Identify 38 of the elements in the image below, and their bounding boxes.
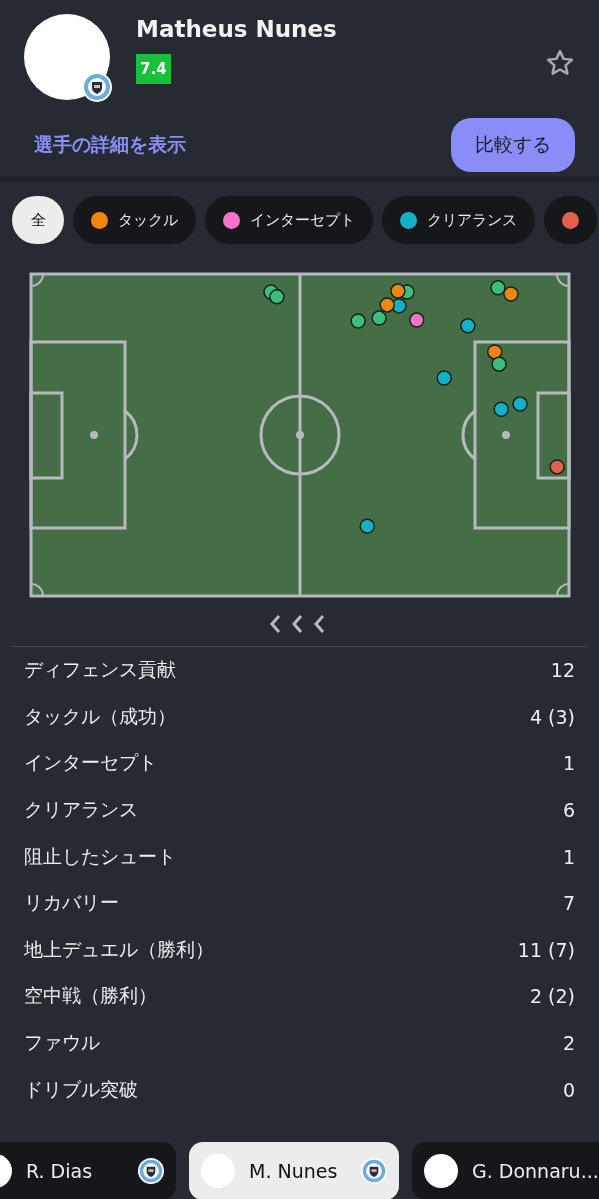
stat-label: ドリブル突破: [24, 1076, 138, 1102]
player-tab[interactable]: G. Donnaru...: [412, 1142, 599, 1199]
center-spot: [296, 431, 304, 439]
stat-label: インターセプト: [24, 750, 157, 776]
stat-label: 阻止したシュート: [24, 843, 176, 869]
stat-value: 4 (3): [529, 705, 575, 728]
penalty-spot: [502, 431, 510, 439]
stat-value: 11 (7): [517, 938, 575, 961]
filter-chip[interactable]: [544, 196, 597, 244]
filter-chip[interactable]: インターセプト: [205, 196, 373, 244]
rating-badge: 7.4: [136, 54, 171, 84]
stat-value: 0: [562, 1078, 575, 1101]
compare-button[interactable]: 比較する: [451, 118, 575, 172]
penalty-spot: [90, 431, 98, 439]
filter-chip[interactable]: クリアランス: [382, 196, 535, 244]
stat-label: タックル（成功）: [24, 703, 176, 729]
player-tab[interactable]: M. Nunes: [189, 1142, 399, 1199]
stat-value: 1: [562, 752, 575, 775]
stat-label: クリアランス: [24, 797, 138, 823]
stat-value: 2 (2): [529, 985, 575, 1008]
stat-value: 7: [562, 892, 575, 915]
stat-label: ファウル: [24, 1030, 100, 1056]
club-badge-icon: [82, 72, 112, 102]
stat-label: 空中戦（勝利）: [24, 983, 157, 1009]
stat-label: 地上デュエル（勝利）: [24, 936, 214, 962]
player-name: Matheus Nunes: [136, 16, 337, 42]
filter-chip[interactable]: 全: [12, 196, 64, 244]
player-photo-placeholder: [424, 1154, 458, 1188]
stat-label: ディフェンス貢献: [24, 657, 176, 683]
player-details-link[interactable]: 選手の詳細を表示: [34, 132, 186, 158]
stat-value: 12: [550, 659, 575, 682]
filter-chip[interactable]: タックル: [73, 196, 196, 244]
stat-value: 6: [562, 799, 575, 822]
stat-value: 1: [562, 845, 575, 868]
stat-value: 2: [562, 1032, 575, 1055]
star-icon[interactable]: [545, 48, 575, 78]
player-tab[interactable]: R. Dias: [0, 1142, 176, 1199]
stat-label: リカバリー: [24, 890, 119, 916]
